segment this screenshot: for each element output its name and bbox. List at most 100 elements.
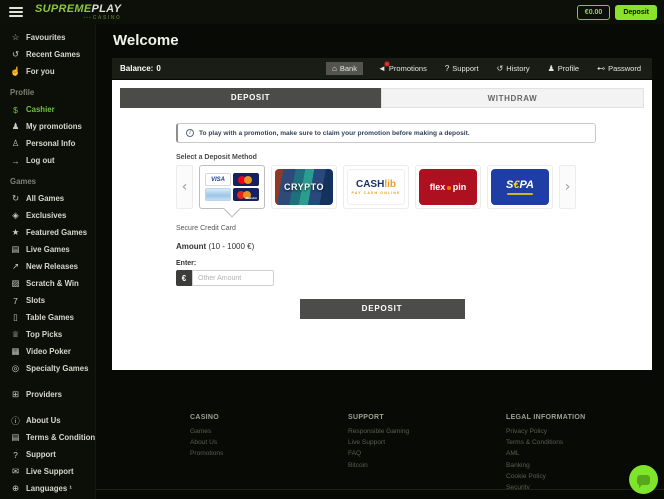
sidebar-item[interactable]: ✉ Live Support [0,463,95,480]
sidebar-item-label: New Releases [26,262,78,271]
visa-electron-logo [205,188,231,201]
brand-tagline: CASINO [35,16,121,21]
sidebar: ☆ Favourites ↺ Recent Games ☝ For you Pr… [0,24,96,499]
notification-badge [384,61,390,67]
live-chat-button[interactable] [629,465,658,494]
new-releases-icon: ↗ [10,261,21,272]
sidebar-item[interactable]: ▤ Terms & Conditions [0,429,95,446]
footer-link[interactable]: Live Support [348,439,506,446]
payment-method-crypto[interactable]: CRYPTO [271,165,337,209]
chat-bubble-icon [637,475,650,485]
sidebar-item-label: Personal Info [26,139,75,148]
footer-link[interactable]: Promotions [190,450,348,457]
history-icon: ↺ [10,49,21,60]
sidebar-item-label: For you [26,67,55,76]
sidebar-item[interactable]: ▦ Video Poker [0,343,95,360]
sidebar-item[interactable]: ▯ Table Games [0,309,95,326]
balance-bar: Balance: 0 ⌂ Bank ◄ Promotions ? Suppo [112,58,652,79]
footer-link[interactable]: Privacy Policy [506,428,664,435]
carousel-left-arrow-icon[interactable]: ‹ [176,165,193,209]
sidebar-item[interactable]: ⊕ Languages ¹ [0,480,95,497]
balance-bar-button-label: Promotions [389,64,427,73]
live-games-icon: ▤ [10,244,21,255]
star-icon: ☆ [10,32,21,43]
brand-logo[interactable]: SUPREMEPLAY CASINO [35,4,121,21]
sidebar-item-label: Recent Games [26,50,80,59]
footer-link[interactable]: Terms & Conditions [506,439,664,446]
cashier-panel: DEPOSIT WITHDRAW i To play with a promot… [112,80,652,370]
sidebar-item[interactable]: ⓘ About Us [0,412,95,429]
sidebar-section-games: Games [0,169,95,190]
balance-bar-button-label: History [506,64,529,73]
sidebar-item[interactable]: 7 Slots [0,292,95,309]
payment-method-credit-card[interactable]: VISA Maestro [199,165,265,209]
providers-icon: ⊞ [10,389,21,400]
footer-link[interactable]: FAQ [348,450,506,457]
sidebar-item[interactable]: ♙ Personal Info [0,135,95,152]
balance-label: Balance: [120,64,153,73]
sidebar-item[interactable]: ☝ For you [0,63,95,80]
balance-bar-button[interactable]: ? Support [442,62,482,75]
specialty-icon: ◎ [10,363,21,374]
tab-withdraw[interactable]: WITHDRAW [381,88,644,108]
balance-bar-button[interactable]: ↺ History [494,62,533,75]
sidebar-item[interactable]: ↗ New Releases [0,258,95,275]
amount-line: Amount (10 - 1000 €) [176,242,644,251]
amount-input[interactable] [192,270,274,286]
balance-bar-button[interactable]: ♟ Profile [545,62,582,75]
payment-method-flexepin[interactable]: flexpin [415,165,481,209]
document-icon: ▤ [10,432,21,443]
balance-pill-button[interactable]: €0.00 [577,5,611,20]
sidebar-item[interactable]: ↻ All Games [0,190,95,207]
sidebar-item-label: Exclusives [26,211,66,220]
footer-column: CASINO GamesAbout UsPromotions [190,414,348,495]
footer-link[interactable]: Responsible Gaming [348,428,506,435]
balance-bar-button[interactable]: ⊷ Password [594,62,644,75]
info-icon: ⓘ [10,415,21,427]
sidebar-item[interactable]: ↺ Recent Games [0,46,95,63]
menu-icon[interactable] [9,5,23,19]
balance-bar-button[interactable]: ◄ Promotions [375,62,430,75]
header-deposit-button[interactable]: Deposit [615,5,657,20]
sidebar-item[interactable]: ⊞ Providers [0,386,95,403]
info-icon: i [186,129,194,137]
sidebar-item-label: Slots [26,296,45,305]
payment-method-sepa[interactable]: S€PA [487,165,553,209]
footer-link[interactable]: AML [506,450,664,457]
payment-method-carousel: ‹ VISA Maestro CRYPTO CASHlib PAY CASH O… [176,165,596,209]
card-brand-logos: VISA Maestro [205,173,259,201]
promotion-notice: i To play with a promotion, make sure to… [176,123,596,143]
payment-method-cashlib[interactable]: CASHlib PAY CASH ONLINE [343,165,409,209]
sidebar-item[interactable]: ▤ Live Games [0,241,95,258]
carousel-right-arrow-icon[interactable]: › [559,165,576,209]
top-picks-icon: ♕ [10,329,21,340]
sidebar-item[interactable]: ◈ Exclusives [0,207,95,224]
footer-link[interactable]: About Us [190,439,348,446]
selected-method-name: Secure Credit Card [176,225,644,232]
enter-label: Enter: [176,260,644,267]
sidebar-item[interactable]: ? Support [0,446,95,463]
footer-link[interactable]: Games [190,428,348,435]
main-content: Welcome Balance: 0 ⌂ Bank ◄ Promotions ? [96,24,664,499]
sidebar-item[interactable]: ☆ Favourites [0,29,95,46]
sidebar-item[interactable]: ♕ Top Picks [0,326,95,343]
footer-link[interactable]: Bitcoin [348,462,506,469]
footer-column: SUPPORT Responsible GamingLive SupportFA… [348,414,506,495]
sidebar-item[interactable]: ★ Featured Games [0,224,95,241]
sidebar-item-label: Languages ¹ [26,484,72,493]
balance-bar-button[interactable]: ⌂ Bank [326,62,363,75]
sidebar-item[interactable]: $ Cashier [0,101,95,118]
sidebar-item[interactable]: ▨ Scratch & Win [0,275,95,292]
sidebar-item[interactable]: ♟ My promotions [0,118,95,135]
tab-deposit[interactable]: DEPOSIT [120,88,381,108]
sepa-logo: S€PA [491,169,549,205]
sidebar-item-label: Log out [26,156,55,165]
footer-column-title: LEGAL INFORMATION [506,414,664,421]
faq-icon: ? [10,450,21,460]
deposit-submit-button[interactable]: DEPOSIT [300,299,465,319]
balance-bar-button-label: Password [608,64,641,73]
brand-name: SUPREMEPLAY [35,4,121,15]
dollar-icon: $ [10,105,21,115]
sidebar-item[interactable]: ◎ Specialty Games [0,360,95,377]
sidebar-item[interactable]: → Log out [0,152,95,169]
